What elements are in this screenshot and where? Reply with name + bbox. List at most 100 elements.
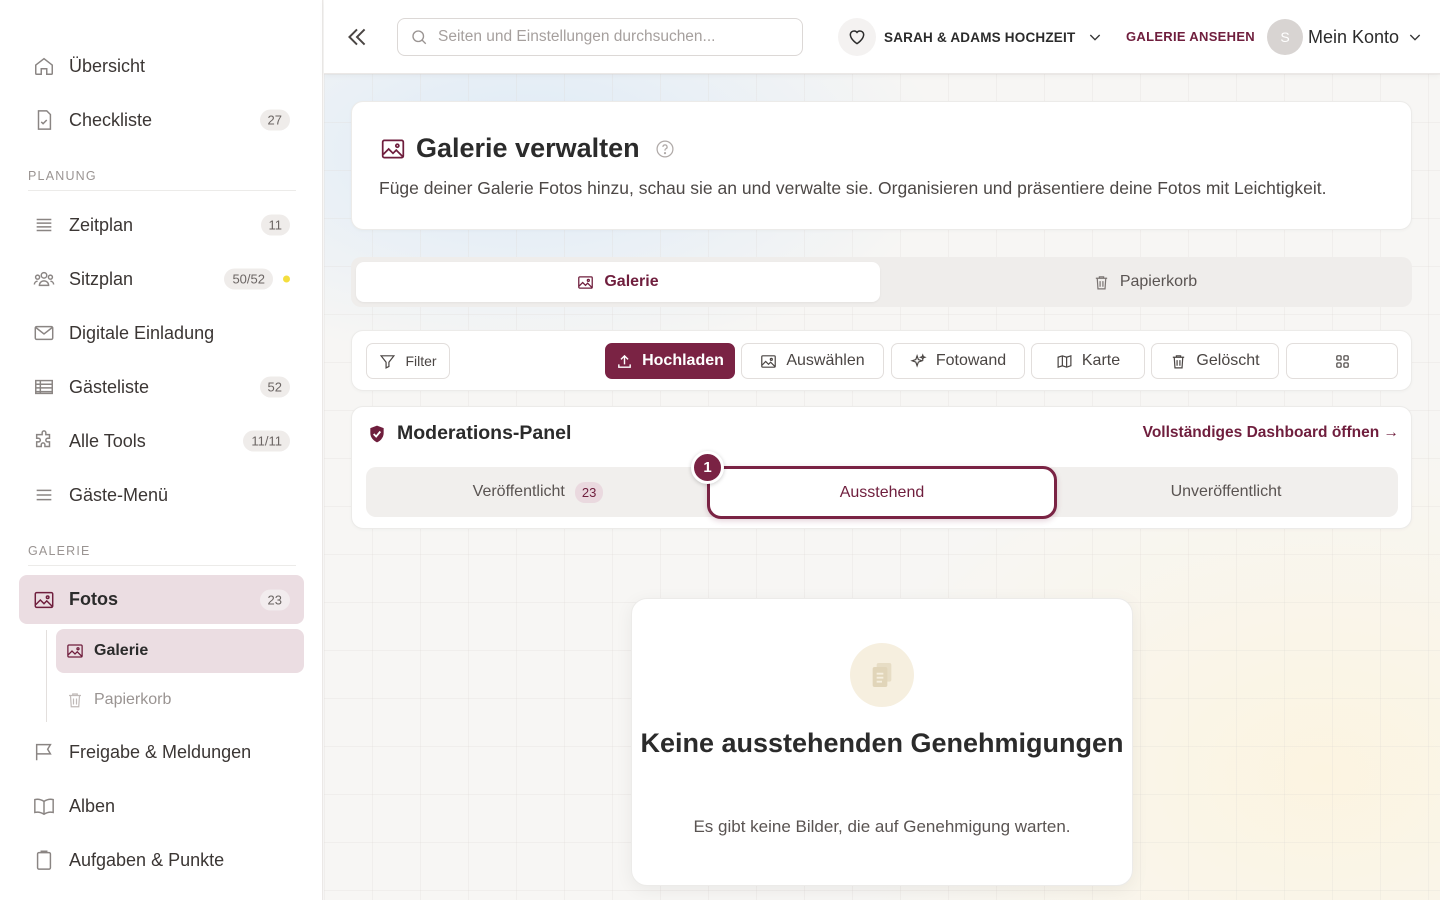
search-icon [410,28,428,46]
button-label: Gelöscht [1196,352,1260,369]
sidebar-item-photos[interactable]: Fotos 23 [19,575,304,624]
image-icon [577,274,594,291]
table-icon [33,376,55,398]
book-icon [33,795,55,817]
count-badge: 52 [259,376,290,398]
account-menu[interactable]: S Mein Konto [1267,18,1423,56]
count-badge: 11/11 [243,430,290,452]
sidebar-item-label: Fotos [69,589,118,609]
sidebar-item-guest-menu[interactable]: Gäste-Menü [19,471,304,519]
chevron-down-icon [1087,29,1103,45]
grid-view-button[interactable] [1286,343,1398,379]
sidebar-subitem-gallery[interactable]: Galerie [56,629,304,673]
sidebar-item-label: Alben [69,795,116,816]
tab-pending[interactable]: Ausstehend [707,466,1057,519]
sidebar-item-label: Digitale Einladung [69,322,215,343]
sidebar: Übersicht Checkliste 27 PLANUNG Zeitplan… [0,0,323,900]
tab-published[interactable]: Veröffentlicht 23 [366,467,710,517]
gallery-tabs: Galerie Papierkorb [351,257,1412,307]
sparkles-icon [910,352,927,370]
section-label-planung: PLANUNG [28,169,97,183]
view-gallery-link[interactable]: GALERIE ANSEHEN [1126,29,1255,44]
section-label-galerie: GALERIE [28,544,91,558]
image-icon [33,589,55,611]
button-label: Hochladen [642,352,724,369]
avatar: S [1267,19,1303,55]
search-box[interactable] [397,18,803,56]
search-input[interactable] [438,28,778,46]
help-icon[interactable] [655,139,675,159]
page-title: Galerie verwalten [380,133,675,164]
photowall-button[interactable]: Fotowand [891,343,1025,379]
shield-check-icon [367,424,387,444]
upload-button[interactable]: Hochladen [605,343,735,379]
upload-icon [616,353,633,370]
sidebar-item-invitation[interactable]: Digitale Einladung [19,309,304,357]
image-icon [380,136,406,162]
deleted-button[interactable]: Gelöscht [1151,343,1279,379]
sidebar-item-albums[interactable]: Alben [19,782,304,830]
sidebar-item-overview[interactable]: Übersicht [19,42,304,90]
heart-icon [838,18,876,56]
trash-icon [66,691,84,709]
documents-icon [850,643,914,707]
trash-icon [1093,274,1110,291]
select-button[interactable]: Auswählen [741,343,884,379]
sidebar-item-label: Alle Tools [69,430,146,451]
page-title-text: Galerie verwalten [416,133,640,163]
tab-label: Galerie [604,273,659,290]
people-icon [33,268,55,290]
map-button[interactable]: Karte [1031,343,1145,379]
sidebar-item-checklist[interactable]: Checkliste 27 [19,96,304,144]
tab-unpublished[interactable]: Unveröffentlicht [1054,467,1398,517]
filter-icon [379,353,396,370]
sidebar-item-guestlist[interactable]: Gästeliste 52 [19,363,304,411]
map-icon [1056,353,1073,370]
timeline-icon [33,214,55,236]
menu-icon [33,484,55,506]
sidebar-item-tasks[interactable]: Aufgaben & Punkte [19,836,304,884]
status-dot [283,275,290,283]
puzzle-icon [33,430,55,452]
tab-label: Ausstehend [839,483,925,501]
empty-state-title: Keine ausstehenden Genehmigungen [640,728,1124,758]
sidebar-item-label: Aufgaben & Punkte [69,849,225,870]
moderation-title-text: Moderations-Panel [397,422,572,444]
tab-label: Unveröffentlicht [1170,483,1282,500]
sidebar-subitem-trash[interactable]: Papierkorb [56,678,304,722]
sidebar-item-label: Freigabe & Meldungen [69,741,252,762]
button-label: Karte [1081,352,1121,369]
moderation-title: Moderations-Panel [367,422,571,445]
filter-button[interactable]: Filter [366,343,450,379]
section-divider [28,565,296,566]
sidebar-item-timeline[interactable]: Zeitplan 11 [19,201,304,249]
checklist-icon [33,109,55,131]
trash-icon [1170,353,1187,370]
sidebar-subitem-label: Papierkorb [94,691,172,708]
button-label: Fotowand [935,352,1007,369]
sidebar-item-all-tools[interactable]: Alle Tools 11/11 [19,417,304,465]
event-selector[interactable]: SARAH & ADAMS HOCHZEIT [838,17,1103,57]
chevron-down-icon [1407,29,1423,45]
empty-state-description: Es gibt keine Bilder, die auf Genehmigun… [693,817,1071,836]
tab-label: Veröffentlicht [472,483,565,500]
sidebar-item-label: Sitzplan [69,268,134,289]
sidebar-item-approvals[interactable]: Freigabe & Meldungen [19,728,304,776]
tab-trash[interactable]: Papierkorb [883,262,1407,302]
home-icon [33,55,55,77]
collapse-sidebar-button[interactable] [344,24,370,50]
page-description: Füge deiner Galerie Fotos hinzu, schau s… [379,178,1327,198]
count-badge: 23 [259,589,290,610]
count-badge: 23 [574,481,604,503]
section-divider [28,190,296,191]
button-label: Filter [405,353,437,369]
image-icon [760,353,777,370]
open-dashboard-link[interactable]: Vollständiges Dashboard öffnen → [1143,424,1399,442]
count-badge: 50/52 [224,268,273,290]
sidebar-item-seating[interactable]: Sitzplan 50/52 [19,255,304,303]
tab-gallery[interactable]: Galerie [356,262,880,302]
step-badge: 1 [691,451,724,484]
tab-label: Papierkorb [1119,273,1198,290]
sub-tree-line [46,630,47,722]
header-card [351,101,1412,230]
